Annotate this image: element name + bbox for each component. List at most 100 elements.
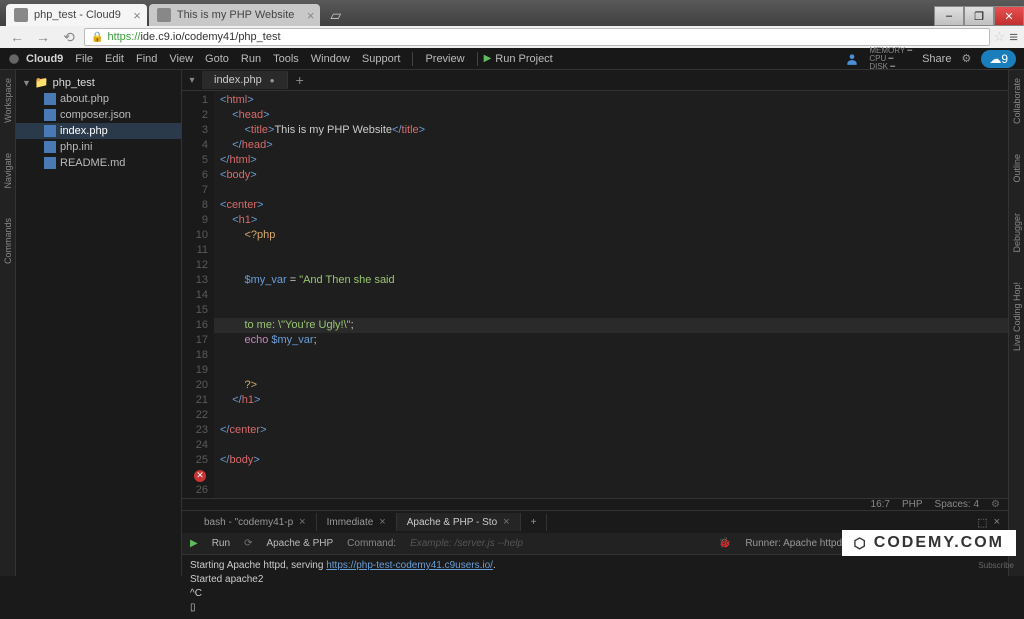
subscribe-label: Subscribe <box>978 561 1014 570</box>
menu-item[interactable]: Window <box>311 53 350 65</box>
tab-label: bash - "codemy41-p <box>204 517 293 528</box>
close-icon[interactable]: × <box>299 516 305 528</box>
maximize-button[interactable]: ❐ <box>964 6 994 26</box>
indent-setting[interactable]: Spaces: 4 <box>935 499 979 510</box>
menu-item[interactable]: File <box>75 53 93 65</box>
new-editor-tab-button[interactable]: + <box>288 70 312 90</box>
url-input[interactable]: 🔒 https://ide.c9.io/codemy41/php_test <box>84 28 990 46</box>
popout-icon[interactable]: ⬚ <box>977 516 987 529</box>
favicon-icon <box>157 8 171 22</box>
restart-icon[interactable]: ⟳ <box>244 538 252 549</box>
new-tab-button[interactable]: ▱ <box>322 5 349 26</box>
c9-menubar: Cloud9 File Edit Find View Goto Run Tools Windo… <box>0 48 1024 70</box>
terminal-tab[interactable]: bash - "codemy41-p × <box>194 513 317 531</box>
divider <box>412 52 413 66</box>
line-gutter: 1234567891011121314151617181920212223242… <box>182 91 214 498</box>
menu-item[interactable]: Goto <box>205 53 229 65</box>
gear-icon[interactable]: ⚙ <box>991 499 1000 510</box>
tab-label: Apache & PHP - Sto <box>407 517 497 528</box>
watermark: ⬡ CODEMY.COM <box>842 530 1016 556</box>
rail-tab[interactable]: Live Coding Hop! <box>1012 282 1022 351</box>
close-icon[interactable]: × <box>994 516 1000 529</box>
code-editor[interactable]: 1234567891011121314151617181920212223242… <box>182 91 1008 498</box>
rail-tab[interactable]: Workspace <box>3 78 13 123</box>
url-bar-row: ← → ⟲ 🔒 https://ide.c9.io/codemy41/php_t… <box>0 26 1024 48</box>
editor-tab-active[interactable]: index.php ● <box>202 71 288 89</box>
window-controls: – ❐ ✕ <box>934 6 1024 26</box>
terminal-tab[interactable]: Apache & PHP - Sto × <box>397 513 521 531</box>
terminal-output[interactable]: Starting Apache httpd, serving https://p… <box>182 555 1008 619</box>
close-icon[interactable]: × <box>133 8 141 23</box>
new-terminal-tab-button[interactable]: + <box>521 514 548 531</box>
browser-tabs: php_test - Cloud9 × This is my PHP Websi… <box>0 0 1024 26</box>
gear-icon[interactable]: ⚙ <box>961 52 971 65</box>
main-menu: File Edit Find View Goto Run Tools Window Suppor… <box>75 53 400 65</box>
run-button[interactable]: Run <box>212 538 230 549</box>
editor-tab-label: index.php <box>214 74 262 86</box>
cloud9-logo-icon <box>8 53 20 65</box>
tree-file[interactable]: index.php <box>16 123 181 139</box>
menu-item[interactable]: View <box>169 53 193 65</box>
command-input[interactable]: Example: /server.js --help <box>410 538 705 549</box>
bookmark-icon[interactable]: ☆ <box>994 29 1006 45</box>
term-link[interactable]: https://php-test-codemy41.c9users.io/ <box>326 560 493 571</box>
folder-icon: 📁 <box>35 76 49 89</box>
browser-tab-active[interactable]: php_test - Cloud9 × <box>6 4 147 26</box>
collapse-icon[interactable]: ▾ <box>182 75 202 86</box>
divider <box>477 52 478 66</box>
file-icon <box>44 109 56 121</box>
rail-tab[interactable]: Collaborate <box>1012 78 1022 124</box>
menu-item[interactable]: Find <box>136 53 157 65</box>
term-cursor: ▯ <box>190 601 1000 615</box>
watermark-text: CODEMY.COM <box>874 534 1004 552</box>
rail-tab[interactable]: Debugger <box>1012 213 1022 253</box>
file-tree: ▼ 📁 php_test about.php composer.json index… <box>16 70 182 576</box>
modified-dot-icon: ● <box>270 76 275 85</box>
topbar-right: MEMORY ━CPU ━DISK ━ Share ⚙ ☁9 <box>845 47 1016 71</box>
minimize-button[interactable]: – <box>934 6 964 26</box>
tree-file[interactable]: composer.json <box>16 107 181 123</box>
rail-tab[interactable]: Navigate <box>3 153 13 189</box>
rail-tab[interactable]: Outline <box>1012 154 1022 183</box>
menu-item[interactable]: Run <box>241 53 261 65</box>
bug-icon[interactable]: 🐞 <box>719 538 731 549</box>
back-button[interactable]: ← <box>6 28 28 46</box>
cube-icon: ⬡ <box>854 535 868 552</box>
browser-tab-inactive[interactable]: This is my PHP Website × <box>149 4 321 26</box>
play-icon: ▶ <box>190 538 198 549</box>
cloud9-icon[interactable]: ☁9 <box>981 50 1016 68</box>
chevron-down-icon: ▼ <box>22 78 31 88</box>
user-icon[interactable] <box>845 52 859 66</box>
file-label: php.ini <box>60 141 92 153</box>
language-mode[interactable]: PHP <box>902 499 923 510</box>
rail-tab[interactable]: Commands <box>3 218 13 264</box>
tree-file[interactable]: php.ini <box>16 139 181 155</box>
close-icon[interactable]: × <box>503 516 509 528</box>
menu-item[interactable]: Tools <box>273 53 299 65</box>
menu-icon[interactable]: ≡ <box>1009 29 1018 46</box>
tab-label: Immediate <box>327 517 374 528</box>
tree-file[interactable]: README.md <box>16 155 181 171</box>
tree-root-folder[interactable]: ▼ 📁 php_test <box>16 74 181 91</box>
resource-stats: MEMORY ━CPU ━DISK ━ <box>869 47 912 71</box>
close-icon[interactable]: × <box>307 8 315 23</box>
forward-button[interactable]: → <box>32 28 54 46</box>
runner-name: Apache & PHP <box>266 538 333 549</box>
right-rail: Collaborate Outline Debugger Live Coding Ho… <box>1008 70 1024 576</box>
close-button[interactable]: ✕ <box>994 6 1024 26</box>
close-icon[interactable]: × <box>379 516 385 528</box>
run-project-button[interactable]: ▶ Run Project <box>484 53 553 65</box>
brand-label[interactable]: Cloud9 <box>26 53 63 65</box>
main-area: Workspace Navigate Commands ▼ 📁 php_test a… <box>0 70 1024 576</box>
file-label: composer.json <box>60 109 131 121</box>
menu-item[interactable]: Support <box>362 53 401 65</box>
preview-button[interactable]: Preview <box>425 53 464 65</box>
editor-status-bar: 16:7 PHP Spaces: 4 ⚙ <box>182 498 1008 510</box>
share-button[interactable]: Share <box>922 53 951 65</box>
menu-item[interactable]: Edit <box>105 53 124 65</box>
code-content[interactable]: <html> <head> <title>This is my PHP Webs… <box>214 91 1008 498</box>
tree-file[interactable]: about.php <box>16 91 181 107</box>
reload-button[interactable]: ⟲ <box>58 28 80 46</box>
folder-label: php_test <box>53 77 95 89</box>
terminal-tab[interactable]: Immediate × <box>317 513 397 531</box>
